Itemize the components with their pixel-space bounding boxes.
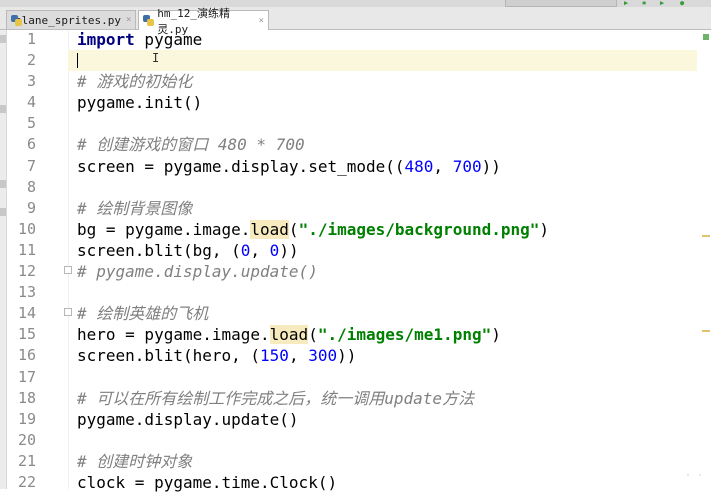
profile-icon[interactable]: ● <box>680 0 684 7</box>
run-icon[interactable]: ▶ <box>624 0 628 7</box>
code-line[interactable]: screen.blit(bg, (0, 0)) <box>77 240 697 261</box>
line-number: 10 <box>17 219 36 238</box>
number-literal: 0 <box>269 240 280 260</box>
run-configuration-dropdown[interactable] <box>505 0 617 7</box>
code-line[interactable] <box>77 367 697 388</box>
code-comment[interactable]: # 游戏的初始化 <box>77 71 697 92</box>
code-comment[interactable]: # 可以在所有绘制工作完成之后，统一调用update方法 <box>77 388 697 409</box>
code-text: , <box>288 346 309 366</box>
line-numbers: 1 2 3 4 5 6 7 8 9 10 11 12 13 14 15 16 1… <box>0 29 36 493</box>
code-line[interactable] <box>77 113 697 134</box>
number-literal: 150 <box>260 346 289 366</box>
line-number: 1 <box>26 30 36 48</box>
code-line[interactable] <box>77 282 697 303</box>
tab-plane-sprites[interactable]: plane_sprites.py × <box>6 10 136 29</box>
text-caret <box>77 53 78 69</box>
line-number: 11 <box>17 240 36 259</box>
code-text: , <box>250 240 270 260</box>
code-line[interactable]: hero = pygame.image.load("./images/me1.p… <box>77 324 697 345</box>
code-comment[interactable]: # 绘制英雄的飞机 <box>77 303 697 324</box>
line-number: 16 <box>17 346 36 365</box>
code-text: pygame <box>134 30 203 49</box>
close-icon[interactable]: × <box>126 15 131 25</box>
fold-start-icon[interactable] <box>64 308 72 316</box>
code-line[interactable]: bg = pygame.image.load("./images/backgro… <box>77 219 697 240</box>
keyword: import <box>77 30 135 49</box>
line-number: 17 <box>17 367 36 386</box>
line-number: 7 <box>26 156 36 175</box>
line-number: 2 <box>26 51 36 70</box>
dots-icon: · · <box>684 470 703 481</box>
error-stripe[interactable] <box>701 30 711 489</box>
code-comment[interactable]: # pygame.display.update() <box>77 261 697 282</box>
code-text: screen.blit(bg, ( <box>77 240 241 260</box>
code-text: ) <box>539 219 550 239</box>
code-text: screen.blit(hero, ( <box>77 346 261 366</box>
line-number: 6 <box>26 135 36 154</box>
highlighted-function: load <box>250 219 289 239</box>
current-code-line[interactable] <box>68 50 697 72</box>
code-line[interactable]: pygame.init() <box>77 92 697 113</box>
line-number: 3 <box>26 72 36 91</box>
code-editor[interactable]: import pygame # 游戏的初始化 pygame.init() # 创… <box>68 29 697 493</box>
number-literal: 480 <box>404 156 434 176</box>
line-number: 9 <box>26 198 36 217</box>
line-number: 12 <box>17 262 36 281</box>
code-comment[interactable]: # 绘制背景图像 <box>77 198 697 219</box>
code-text: , <box>433 156 453 176</box>
line-number: 15 <box>17 325 36 344</box>
code-line[interactable] <box>77 177 697 198</box>
code-text: screen = pygame.display.set_mode(( <box>77 156 405 176</box>
line-number: 22 <box>17 472 36 491</box>
code-text: )) <box>481 156 501 176</box>
code-text: )) <box>337 346 357 366</box>
number-literal: 300 <box>308 346 338 366</box>
gutter-separator <box>68 30 69 489</box>
tab-hm-12[interactable]: hm_12_演练精灵.py × <box>138 7 269 36</box>
line-number: 4 <box>26 93 36 112</box>
code-comment[interactable]: # 创建游戏的窗口 480 * 700 <box>77 134 697 155</box>
debug-icon[interactable]: ✱ <box>642 0 646 7</box>
code-line[interactable]: pygame.display.update() <box>77 409 697 430</box>
line-number: 21 <box>17 451 36 470</box>
close-icon[interactable]: × <box>259 16 264 26</box>
tab-label: plane_sprites.py <box>15 13 121 27</box>
code-line[interactable]: clock = pygame.time.Clock() <box>77 472 697 493</box>
code-text: ( <box>308 325 318 345</box>
code-text: bg = pygame.image. <box>77 219 251 239</box>
inspection-ok-icon[interactable] <box>703 34 709 40</box>
line-number: 8 <box>26 177 36 196</box>
line-number: 13 <box>17 283 36 302</box>
number-literal: 0 <box>240 240 251 260</box>
code-text: ( <box>288 219 299 239</box>
stripe-marker[interactable] <box>702 330 710 332</box>
code-text: hero = pygame.image. <box>77 325 270 345</box>
code-text: )) <box>279 240 299 260</box>
number-literal: 700 <box>452 156 482 176</box>
code-line[interactable]: screen.blit(hero, (150, 300)) <box>77 345 697 366</box>
coverage-icon[interactable]: ▶ <box>660 0 664 7</box>
code-line[interactable]: import pygame <box>77 29 697 50</box>
line-number: 5 <box>26 114 36 133</box>
code-text: ) <box>491 325 501 345</box>
line-number: 14 <box>17 304 36 323</box>
python-file-icon <box>143 15 154 26</box>
code-line[interactable] <box>77 430 697 451</box>
line-number: 19 <box>17 409 36 428</box>
code-line[interactable]: screen = pygame.display.set_mode((480, 7… <box>77 156 697 177</box>
editor-tab-bar: plane_sprites.py × hm_12_演练精灵.py × <box>0 7 711 36</box>
fold-end-icon[interactable] <box>64 266 72 274</box>
code-comment[interactable]: # 创建时钟对象 <box>77 451 697 472</box>
stripe-marker[interactable] <box>702 235 710 237</box>
ibeam-cursor-icon: I <box>152 51 160 65</box>
string-literal: "./images/me1.png" <box>317 325 492 345</box>
string-literal: "./images/background.png" <box>298 219 540 239</box>
highlighted-function: load <box>269 325 309 345</box>
line-number: 20 <box>17 430 36 449</box>
line-number: 18 <box>17 388 36 407</box>
